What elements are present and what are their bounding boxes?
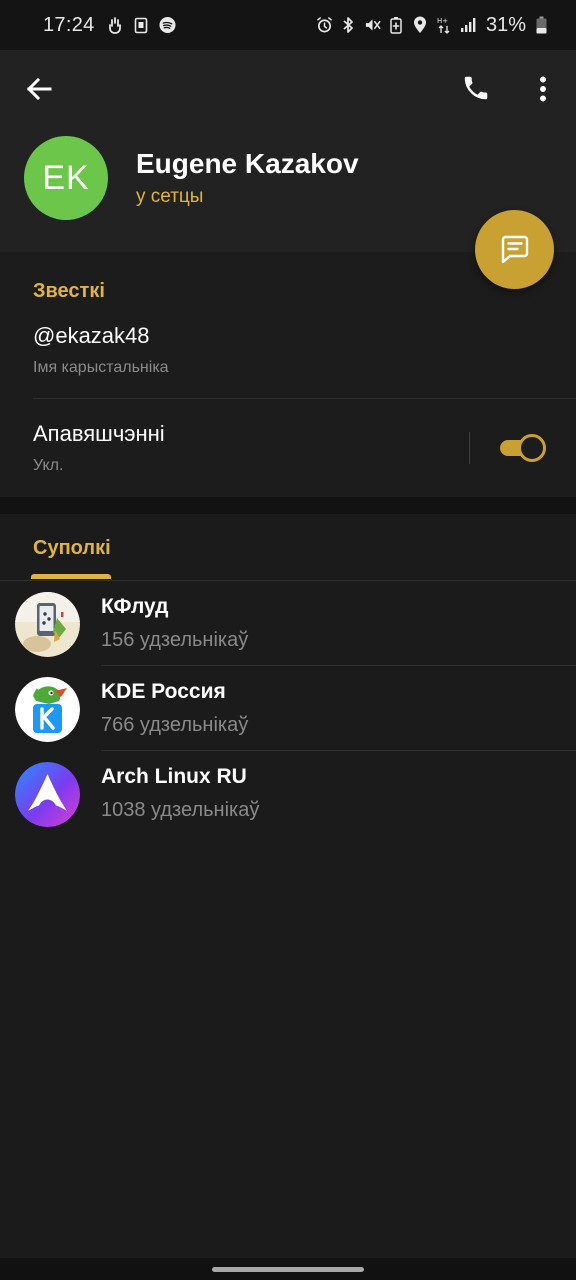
alarm-icon [316, 17, 333, 34]
battery-percent: 31% [485, 13, 526, 36]
group-name: Arch Linux RU [101, 765, 247, 788]
status-bar: 17:24 H+ 31% [0, 0, 576, 50]
notifications-toggle[interactable] [498, 434, 546, 462]
status-right-icons: H+ 31% [316, 14, 550, 37]
sim-icon [133, 17, 150, 34]
group-avatar-kflood [15, 592, 80, 657]
location-icon [412, 16, 429, 34]
group-name: KDE Россия [101, 680, 226, 703]
groups-section: Суполкі КФлуд 156 удзельнікаў KDE Россия… [0, 514, 576, 1260]
bluetooth-icon [340, 17, 357, 34]
navigation-bar [0, 1258, 576, 1280]
info-section: Звесткі @ekazak48 Імя карыстальніка Апав… [0, 252, 576, 497]
toggle-separator [469, 432, 470, 464]
spotify-icon [159, 16, 176, 34]
more-menu-button[interactable] [530, 72, 556, 106]
contact-online-status: у сетцы [136, 186, 204, 207]
status-time: 17:24 [43, 13, 95, 36]
group-member-count: 766 удзельнікаў [101, 714, 249, 736]
hand-icon [107, 16, 124, 34]
contact-name: Eugene Kazakov [136, 148, 359, 179]
arrow-left-icon [26, 77, 52, 101]
username-value[interactable]: @ekazak48 [33, 323, 150, 349]
toggle-knob [518, 434, 546, 462]
tab-groups-label: Суполкі [33, 537, 111, 559]
message-icon [501, 235, 528, 263]
group-member-count: 156 удзельнікаў [101, 629, 249, 651]
group-avatar-kde [15, 677, 80, 742]
svg-text:H+: H+ [437, 17, 448, 25]
more-vert-icon [540, 76, 546, 102]
battery-icon [533, 16, 550, 34]
info-section-title: Звесткі [33, 280, 105, 302]
notifications-title[interactable]: Апавяшчэнні [33, 421, 165, 447]
group-name: КФлуд [101, 595, 169, 618]
group-row[interactable]: Arch Linux RU 1038 удзельнікаў [0, 751, 576, 836]
group-member-count: 1038 удзельнікаў [101, 799, 260, 821]
status-left-icons [107, 16, 176, 34]
divider [33, 398, 576, 399]
battery-saver-icon [388, 17, 405, 34]
group-row[interactable]: KDE Россия 766 удзельнікаў [0, 666, 576, 751]
tab-indicator [31, 574, 111, 579]
contact-avatar[interactable]: EK [24, 136, 108, 220]
notifications-value: Укл. [33, 457, 64, 474]
call-button[interactable] [458, 70, 494, 106]
group-avatar-arch [15, 762, 80, 827]
mute-icon [364, 17, 381, 34]
phone-icon [464, 76, 488, 100]
send-message-button[interactable] [475, 210, 554, 289]
data-icon: H+ [436, 17, 453, 34]
username-label: Імя карыстальніка [33, 359, 169, 376]
group-row[interactable]: КФлуд 156 удзельнікаў [0, 581, 576, 666]
tab-groups[interactable]: Суполкі [31, 514, 111, 580]
back-button[interactable] [22, 72, 56, 106]
section-gap [0, 497, 576, 514]
home-indicator[interactable] [212, 1267, 364, 1272]
signal-icon [460, 17, 477, 34]
